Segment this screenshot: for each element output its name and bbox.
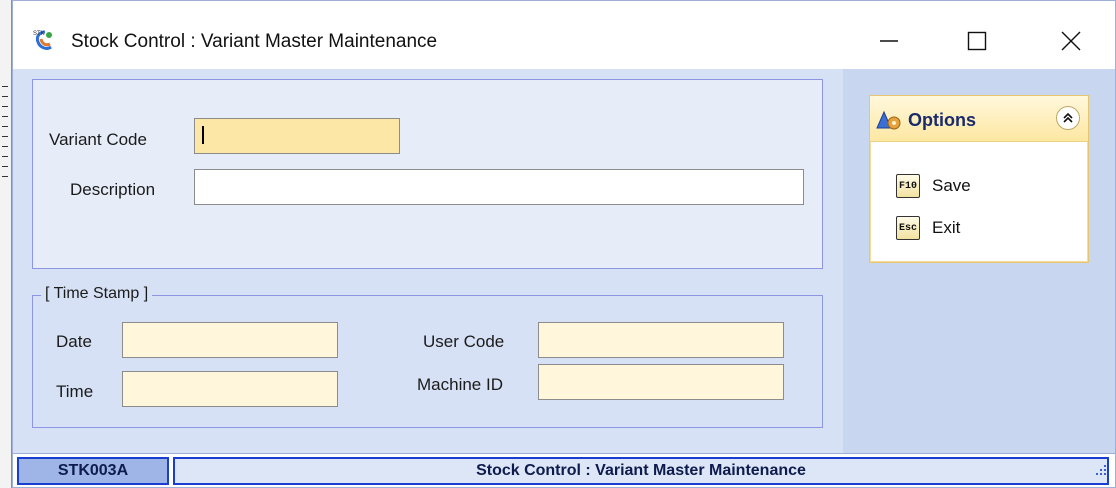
program-code-badge: STK003A [17,457,169,485]
collapse-button[interactable] [1056,106,1080,130]
maximize-button[interactable] [947,13,1007,69]
chevron-double-up-icon [1063,112,1073,123]
exit-label: Exit [932,218,961,237]
variant-code-input[interactable] [194,118,400,154]
minimize-icon [880,40,898,42]
resize-grip-icon[interactable] [1095,464,1107,476]
close-icon [1061,31,1081,51]
date-field[interactable] [122,322,338,358]
status-bar: STK003A Stock Control : Variant Master M… [13,453,1115,487]
machine-id-field[interactable] [538,364,784,400]
save-label: Save [932,176,971,195]
time-stamp-legend: [ Time Stamp ] [41,285,153,303]
esc-key-icon: Esc [896,216,920,240]
time-field[interactable] [122,371,338,407]
status-title: Stock Control : Variant Master Maintenan… [173,457,1109,485]
stk-app-icon: STK [33,30,52,50]
time-label: Time [56,382,94,401]
options-icon [876,110,901,130]
title-bar[interactable]: STK Stock Control : Variant Master Maint… [13,1,1115,69]
user-code-label: User Code [423,332,505,351]
user-code-field[interactable] [538,322,784,358]
save-option[interactable]: F10 Save [896,172,971,200]
minimize-button[interactable] [859,13,919,69]
date-label: Date [56,332,92,351]
close-button[interactable] [1041,13,1101,69]
f10-key-icon: F10 [896,174,920,198]
options-header[interactable]: Options [870,96,1088,142]
exit-option[interactable]: Esc Exit [896,214,960,242]
variant-code-label: Variant Code [49,130,147,149]
maximize-icon [967,31,987,51]
background-window-edge [0,0,12,488]
variant-master-window: STK Stock Control : Variant Master Maint… [12,0,1116,488]
window-title: Stock Control : Variant Master Maintenan… [71,31,438,52]
machine-id-label: Machine ID [417,375,503,394]
text-cursor [202,126,204,144]
options-box: Options F10 Save Esc Exit [869,95,1089,263]
svg-text:STK: STK [33,31,45,37]
time-stamp-panel: [ Time Stamp ] Date Time User Code Machi… [32,285,823,428]
description-label: Description [70,180,156,199]
variant-details-panel: Variant Code Description [32,79,823,269]
description-input[interactable] [194,169,804,205]
options-title: Options [908,110,976,130]
